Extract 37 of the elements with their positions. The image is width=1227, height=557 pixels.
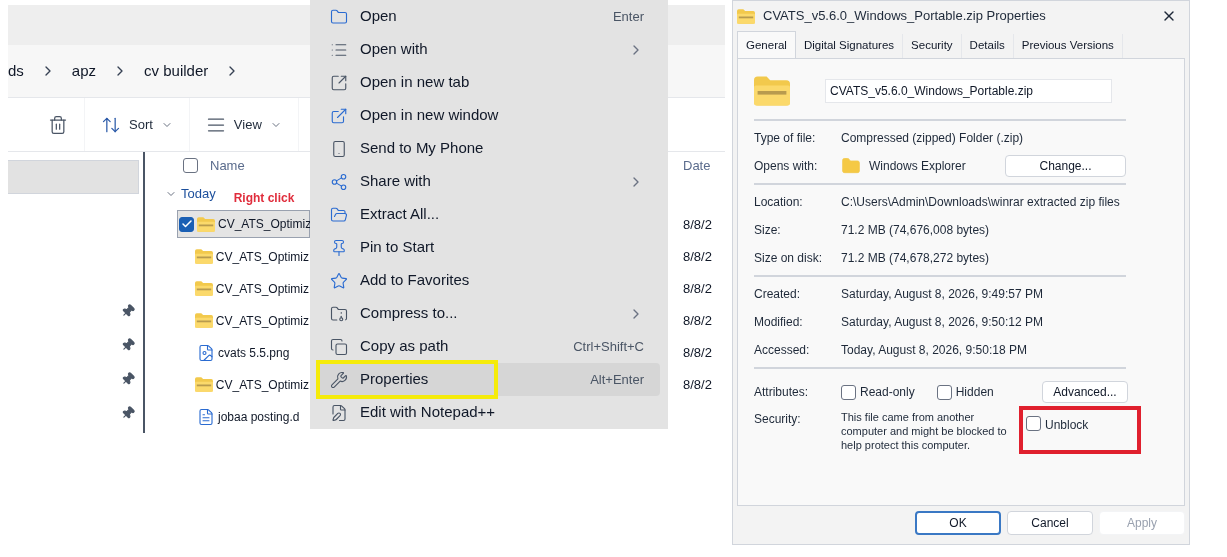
field-label: Accessed: (754, 342, 811, 359)
shortcut-label: Ctrl+Shift+C (573, 337, 644, 356)
file-name: CV_ATS_Optimiz (215, 248, 309, 266)
field-label: Opens with: (754, 158, 819, 175)
shortcut-label: Alt+Enter (590, 370, 644, 389)
field-value: Saturday, August 8, 2026, 9:50:12 PM (841, 314, 1044, 331)
shortcut-label: Enter (612, 7, 644, 26)
annotation-label: Right click (233, 189, 295, 207)
field-value: Windows Explorer (869, 158, 967, 175)
field-label: Attributes: (754, 384, 810, 401)
field-label: Size on disk: (754, 250, 824, 267)
field-label: Type of file: (754, 130, 817, 147)
field-label: Security: (754, 411, 802, 428)
file-date: 8/8/2 (683, 344, 712, 363)
file-date: 8/8/2 (683, 311, 712, 330)
file-date: 8/8/2 (683, 279, 712, 298)
file-date: 8/8/2 (683, 376, 712, 395)
window-title: CVATS_v5.6.0_Windows_Portable.zip Properties (763, 7, 1047, 26)
field-label: Modified: (754, 314, 804, 331)
file-name: CV_ATS_Optimiz (215, 280, 309, 298)
field-value: 71.2 MB (74,676,008 bytes) (841, 222, 991, 239)
file-date: 8/8/2 (683, 215, 712, 234)
file-name: CV_ATS_Optimiz (215, 376, 309, 394)
field-value: Saturday, August 8, 2026, 9:49:57 PM (841, 286, 1044, 303)
file-date: 8/8/2 (683, 247, 712, 266)
field-label: Location: (754, 194, 804, 211)
file-name: CV_ATS_Optimiz (218, 216, 312, 234)
field-value: Today, August 8, 2026, 9:50:18 PM (841, 342, 1028, 359)
file-name: jobaa posting.d (218, 409, 300, 426)
field-label: Created: (754, 286, 802, 303)
file-name: CV_ATS_Optimiz (215, 312, 309, 330)
field-value: 71.2 MB (74,678,272 bytes) (841, 250, 991, 267)
file-name: cvats 5.5.png (218, 344, 290, 362)
field-value: C:\Users\Admin\Downloads\winrar extracted zip files (841, 194, 1121, 211)
field-label: Size: (754, 222, 782, 239)
field-value: Compressed (zipped) Folder (.zip) (841, 130, 1025, 147)
security-note: This file came from another computer and might be blocked to help protect this computer. (841, 410, 1008, 452)
